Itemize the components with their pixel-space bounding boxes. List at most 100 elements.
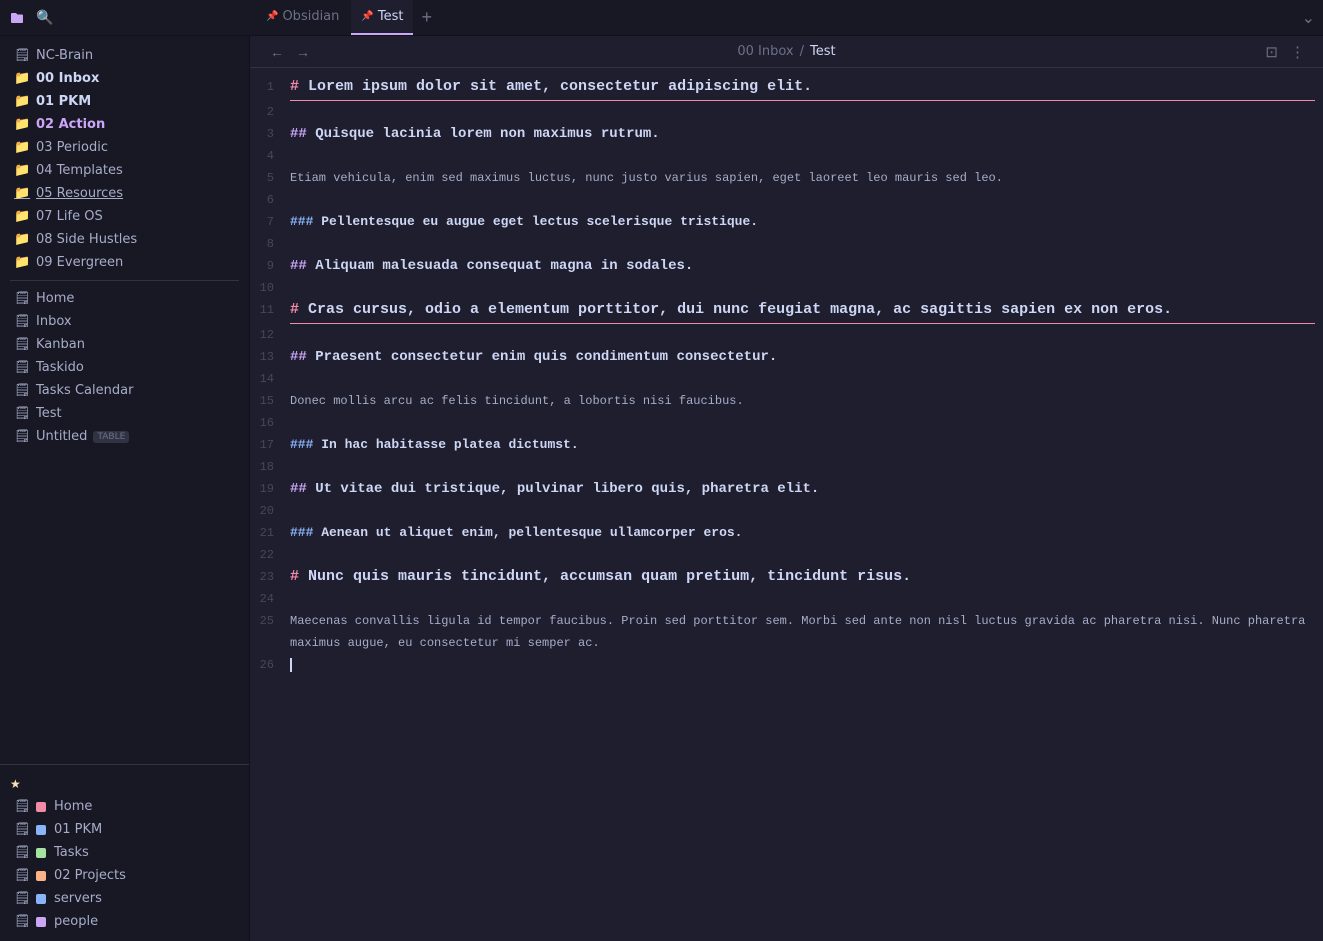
line-number: 12 (250, 324, 290, 346)
line-number: 19 (250, 478, 290, 500)
line-content[interactable] (290, 544, 1315, 566)
line-content[interactable]: # Lorem ipsum dolor sit amet, consectetu… (290, 76, 1315, 101)
line-content[interactable] (290, 233, 1315, 255)
line-number: 14 (250, 368, 290, 390)
open-sidepanel-button[interactable]: ⊡ (1263, 41, 1280, 63)
editor-area: ← → 00 Inbox / Test ⊡ ⋮ 1 # Lorem ipsum … (250, 36, 1323, 941)
line-number: 20 (250, 500, 290, 522)
sidebar-item-03-periodic[interactable]: 📁 03 Periodic (4, 136, 245, 159)
folder-green-icon: 📁 (14, 94, 30, 109)
sidebar-item-label: 07 Life OS (36, 209, 103, 224)
line-content[interactable]: ## Aliquam malesuada consequat magna in … (290, 255, 1315, 277)
sidebar-item-05-resources[interactable]: 📁 05 Resources (4, 182, 245, 205)
editor-line: 15 Donec mollis arcu ac felis tincidunt,… (250, 390, 1323, 412)
editor-line: 24 (250, 588, 1323, 610)
sidebar-item-02-action[interactable]: 📁 02 Action (4, 113, 245, 136)
folder-icon: 📁 (14, 140, 30, 155)
line-content[interactable] (290, 456, 1315, 478)
line-content[interactable] (290, 588, 1315, 610)
editor-content[interactable]: 1 # Lorem ipsum dolor sit amet, consecte… (250, 68, 1323, 941)
line-content[interactable] (290, 500, 1315, 522)
sidebar-starred-servers[interactable]: 🗒 servers (4, 887, 245, 910)
folder-icon: 📁 (14, 186, 30, 201)
sidebar-item-untitled[interactable]: 🗒 Untitled TABLE (4, 425, 245, 448)
file-icon: 🗒 (14, 360, 30, 375)
sidebar-item-label: Inbox (36, 314, 72, 329)
nav-forward-button[interactable]: → (292, 42, 314, 62)
folder-icon[interactable] (8, 9, 26, 27)
sidebar-item-00-inbox[interactable]: 📁 00 Inbox (4, 67, 245, 90)
nav-back-button[interactable]: ← (266, 42, 288, 62)
sidebar-item-label: Test (36, 406, 62, 421)
line-content[interactable]: ## Praesent consectetur enim quis condim… (290, 346, 1315, 368)
main-area: 🗒 NC-Brain 📁 00 Inbox 📁 01 PKM 📁 02 Acti… (0, 36, 1323, 941)
editor-line: 6 (250, 189, 1323, 211)
sidebar-item-label: Kanban (36, 337, 85, 352)
tab-obsidian[interactable]: 📌 Obsidian (256, 0, 349, 35)
breadcrumb-bar: ← → 00 Inbox / Test ⊡ ⋮ (250, 36, 1323, 68)
file-icon: 🗒 (14, 48, 30, 63)
sidebar-item-07-life-os[interactable]: 📁 07 Life OS (4, 205, 245, 228)
sidebar-item-label: 02 Action (36, 117, 105, 132)
search-icon[interactable]: 🔍 (32, 8, 57, 28)
line-content[interactable] (290, 412, 1315, 434)
line-content[interactable]: ### In hac habitasse platea dictumst. (290, 434, 1315, 456)
line-content[interactable] (290, 101, 1315, 123)
line-content[interactable]: ### Aenean ut aliquet enim, pellentesque… (290, 522, 1315, 544)
tab-test[interactable]: 📌 Test (351, 0, 413, 35)
file-icon: 🗒 (14, 891, 30, 906)
sidebar-item-nc-brain[interactable]: 🗒 NC-Brain (4, 44, 245, 67)
line-content[interactable]: ## Quisque lacinia lorem non maximus rut… (290, 123, 1315, 145)
line-content[interactable]: ## Ut vitae dui tristique, pulvinar libe… (290, 478, 1315, 500)
sidebar-starred-tasks[interactable]: 🗒 Tasks (4, 841, 245, 864)
folder-green-icon: 📁 (14, 117, 30, 132)
file-icon: 🗒 (14, 845, 30, 860)
more-button[interactable]: ⌄ (1302, 8, 1315, 27)
line-number: 24 (250, 588, 290, 610)
sidebar-item-inbox[interactable]: 🗒 Inbox (4, 310, 245, 333)
editor-line: 16 (250, 412, 1323, 434)
line-content[interactable] (290, 654, 1315, 676)
sidebar-item-tasks-calendar[interactable]: 🗒 Tasks Calendar (4, 379, 245, 402)
line-content[interactable]: Etiam vehicula, enim sed maximus luctus,… (290, 167, 1315, 189)
line-number: 15 (250, 390, 290, 412)
line-content[interactable]: Donec mollis arcu ac felis tincidunt, a … (290, 390, 1315, 412)
line-content[interactable] (290, 368, 1315, 390)
editor-line: 11 # Cras cursus, odio a elementum portt… (250, 299, 1323, 324)
sidebar-starred-02projects[interactable]: 🗒 02 Projects (4, 864, 245, 887)
line-number: 9 (250, 255, 290, 277)
sidebar-item-label: 00 Inbox (36, 71, 99, 86)
line-number: 10 (250, 277, 290, 299)
line-content[interactable]: Maecenas convallis ligula id tempor fauc… (290, 610, 1315, 654)
sidebar-starred-01pkm[interactable]: 🗒 01 PKM (4, 818, 245, 841)
editor-line: 20 (250, 500, 1323, 522)
sidebar-starred-home[interactable]: 🗒 Home (4, 795, 245, 818)
file-icon: 🗒 (14, 291, 30, 306)
sidebar-item-09-evergreen[interactable]: 📁 09 Evergreen (4, 251, 245, 274)
line-content[interactable] (290, 145, 1315, 167)
sidebar-item-01-pkm[interactable]: 📁 01 PKM (4, 90, 245, 113)
sidebar-starred-people[interactable]: 🗒 people (4, 910, 245, 933)
line-content[interactable] (290, 277, 1315, 299)
editor-line: 25 Maecenas convallis ligula id tempor f… (250, 610, 1323, 654)
starred-label: servers (54, 891, 102, 906)
star-icon: ★ (10, 777, 21, 791)
line-content[interactable]: ### Pellentesque eu augue eget lectus sc… (290, 211, 1315, 233)
sidebar-item-kanban[interactable]: 🗒 Kanban (4, 333, 245, 356)
breadcrumb-current: Test (810, 44, 836, 59)
sidebar-item-home[interactable]: 🗒 Home (4, 287, 245, 310)
more-options-button[interactable]: ⋮ (1288, 41, 1307, 63)
sidebar-item-label: Taskido (36, 360, 84, 375)
sidebar-item-08-side-hustles[interactable]: 📁 08 Side Hustles (4, 228, 245, 251)
sidebar-item-04-templates[interactable]: 📁 04 Templates (4, 159, 245, 182)
line-content[interactable] (290, 324, 1315, 346)
sidebar-item-taskido[interactable]: 🗒 Taskido (4, 356, 245, 379)
line-content[interactable] (290, 189, 1315, 211)
add-tab-button[interactable]: + (415, 7, 438, 28)
line-content[interactable]: # Nunc quis mauris tincidunt, accumsan q… (290, 566, 1315, 588)
sidebar-item-test[interactable]: 🗒 Test (4, 402, 245, 425)
sidebar-item-label: Tasks Calendar (36, 383, 133, 398)
line-content[interactable]: # Cras cursus, odio a elementum porttito… (290, 299, 1315, 324)
sidebar-item-label: 04 Templates (36, 163, 123, 178)
starred-label: Tasks (54, 845, 89, 860)
